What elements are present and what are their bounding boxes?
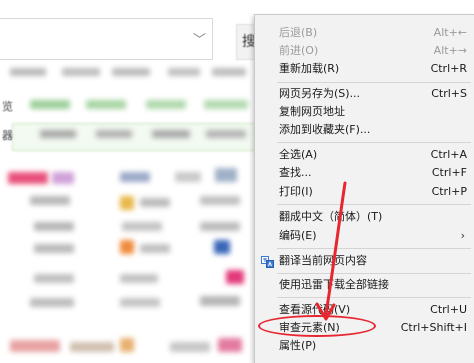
blurred-content xyxy=(140,198,170,207)
blurred-content xyxy=(226,270,244,284)
menu-item-label: 复制网页地址 xyxy=(279,105,345,118)
menu-separator xyxy=(277,82,471,83)
blurred-content xyxy=(34,274,74,283)
menu-separator xyxy=(277,248,471,249)
menu-item-label: 属性(P) xyxy=(279,339,317,352)
blurred-content xyxy=(122,222,162,231)
menu-item-add-to-favorites[interactable]: 添加到收藏夹(F)... xyxy=(255,120,474,140)
nav-row-label: 览 xyxy=(2,100,13,113)
blurred-content xyxy=(30,100,70,109)
menu-item-label: 打印(I) xyxy=(279,185,313,198)
menu-item-label: 查找... xyxy=(279,166,312,179)
blurred-content xyxy=(52,172,74,184)
menu-item-shortcut: Ctrl+S xyxy=(431,87,467,100)
menu-item-shortcut: Ctrl+Shift+I xyxy=(400,321,467,334)
blurred-content xyxy=(120,196,134,210)
menu-item-translate-to-chinese[interactable]: 翻成中文（简体）(T) xyxy=(255,207,474,227)
menu-separator xyxy=(277,273,471,274)
menu-item-shortcut: Ctrl+U xyxy=(430,303,467,316)
menu-item-translate-page[interactable]: 翻译当前网页内容 xyxy=(255,251,474,271)
menu-item-label: 编码(E) xyxy=(279,229,317,242)
blurred-content xyxy=(34,222,74,231)
blurred-content xyxy=(120,172,150,182)
menu-item-shortcut: Ctrl+P xyxy=(431,185,467,198)
menu-item-save-page-as[interactable]: 网页另存为(S)... Ctrl+S xyxy=(255,84,474,104)
menu-item-label: 前进(O) xyxy=(279,44,319,57)
blurred-content xyxy=(8,172,48,184)
blurred-content xyxy=(112,68,150,76)
menu-item-label: 翻译当前网页内容 xyxy=(279,254,367,267)
menu-item-shortcut: Alt+→ xyxy=(433,44,467,57)
blurred-content xyxy=(30,298,74,307)
menu-item-label: 使用迅雷下载全部链接 xyxy=(279,278,389,291)
menu-item-label: 后退(B) xyxy=(279,26,318,39)
blurred-content xyxy=(120,298,160,307)
menu-item-copy-page-url[interactable]: 复制网页地址 xyxy=(255,102,474,122)
blurred-content xyxy=(218,338,242,352)
blurred-content xyxy=(170,342,210,352)
blurred-content xyxy=(200,296,240,306)
menu-separator xyxy=(277,142,471,143)
menu-item-reload[interactable]: 重新加载(R) Ctrl+R xyxy=(255,59,474,79)
blurred-content xyxy=(40,130,76,138)
blurred-content xyxy=(214,240,230,254)
annotation-highlight-ellipse xyxy=(258,315,376,337)
blurred-content xyxy=(200,222,240,231)
blurred-content xyxy=(175,172,201,182)
blurred-content xyxy=(30,196,70,205)
blurred-content xyxy=(86,100,126,109)
menu-separator xyxy=(277,297,471,298)
blurred-content xyxy=(120,274,158,283)
menu-item-find[interactable]: 查找... Ctrl+F xyxy=(255,163,474,183)
menu-item-back[interactable]: 后退(B) Alt+← xyxy=(255,23,474,43)
translate-icon xyxy=(261,255,274,268)
blurred-content xyxy=(10,68,46,76)
menu-separator xyxy=(277,204,471,205)
menu-item-forward[interactable]: 前进(O) Alt+→ xyxy=(255,41,474,61)
blurred-content xyxy=(96,130,132,138)
menu-item-print[interactable]: 打印(I) Ctrl+P xyxy=(255,182,474,202)
blurred-content xyxy=(204,100,248,109)
menu-item-label: 网页另存为(S)... xyxy=(279,87,361,100)
blurred-content xyxy=(120,338,134,352)
blurred-content xyxy=(34,244,74,253)
menu-item-shortcut: Ctrl+A xyxy=(430,148,467,161)
menu-item-label: 翻成中文（简体）(T) xyxy=(279,210,383,223)
menu-item-thunder-download-all[interactable]: 使用迅雷下载全部链接 xyxy=(255,275,474,295)
address-bar[interactable]: ﹀ xyxy=(0,18,213,60)
blurred-content xyxy=(215,168,237,182)
chevron-right-icon: › xyxy=(460,229,465,242)
menu-item-label: 全选(A) xyxy=(279,148,318,161)
chevron-down-icon[interactable]: ﹀ xyxy=(193,29,206,48)
menu-item-label: 重新加载(R) xyxy=(279,62,340,75)
blurred-content xyxy=(168,68,200,76)
menu-item-properties[interactable]: 属性(P) xyxy=(255,336,474,356)
blurred-content xyxy=(152,130,190,138)
blurred-content xyxy=(62,68,100,76)
menu-item-shortcut: Ctrl+F xyxy=(431,166,467,179)
menu-item-encoding[interactable]: 编码(E) › xyxy=(255,226,474,246)
menu-item-select-all[interactable]: 全选(A) Ctrl+A xyxy=(255,145,474,165)
blurred-content xyxy=(206,130,246,138)
menu-item-label: 添加到收藏夹(F)... xyxy=(279,123,371,136)
context-menu: 后退(B) Alt+← 前进(O) Alt+→ 重新加载(R) Ctrl+R 网… xyxy=(254,14,474,363)
nav-row-label: 器 xyxy=(2,129,13,142)
menu-item-shortcut: Ctrl+R xyxy=(430,62,467,75)
blurred-content xyxy=(140,244,170,253)
blurred-content xyxy=(200,196,240,205)
blurred-content xyxy=(10,340,60,352)
menu-item-shortcut: Alt+← xyxy=(433,26,467,39)
blurred-content xyxy=(212,68,246,76)
blurred-content xyxy=(120,240,134,254)
blurred-content xyxy=(146,100,186,109)
blurred-content xyxy=(70,342,114,352)
